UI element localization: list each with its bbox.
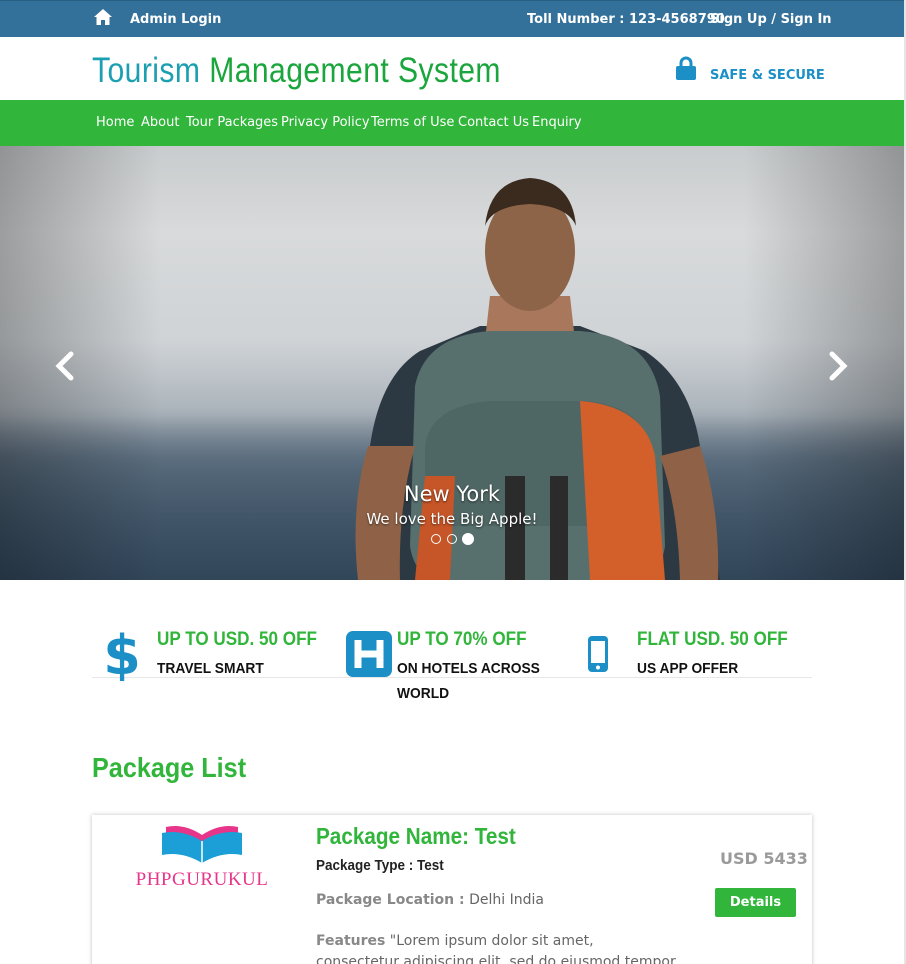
top-bar: Admin Login Toll Number : 123-4568790 Si…: [0, 0, 904, 37]
carousel-next-icon[interactable]: [826, 351, 850, 381]
nav-item-tour-packages[interactable]: Tour Packages: [186, 115, 278, 130]
phpgurukul-logo: PHPGURUKUL: [136, 826, 269, 889]
admin-login-link[interactable]: Admin Login: [130, 12, 221, 27]
site-brand[interactable]: Tourism Management System: [92, 51, 501, 91]
package-location: Package Location : Delhi India: [316, 892, 544, 908]
package-list-title: Package List: [92, 752, 247, 783]
package-name: Package Name: Test: [316, 823, 516, 849]
offer-headline-3: FLAT USD. 50 OFF: [637, 629, 788, 650]
brand-word-management: Management System: [209, 51, 501, 90]
nav-item-home[interactable]: Home: [96, 115, 134, 130]
mobile-icon: [588, 636, 608, 672]
offer-sub-3: US APP OFFER: [637, 660, 739, 677]
hotel-icon: [346, 631, 392, 677]
package-price: USD 5433: [720, 849, 808, 868]
nav-item-enquiry[interactable]: Enquiry: [532, 115, 582, 130]
carousel-caption-title: New York: [403, 482, 501, 506]
offer-headline-2: UP TO 70% OFF: [397, 629, 527, 650]
logo-text: PHPGURUKUL: [136, 869, 269, 889]
carousel-dot-3[interactable]: [462, 533, 474, 545]
home-icon[interactable]: [93, 8, 113, 26]
package-location-label: Package Location :: [316, 892, 465, 908]
lock-icon: [676, 56, 696, 80]
signup-signin-link[interactable]: Sign Up / Sign In: [710, 12, 832, 27]
carousel-indicators: [430, 533, 480, 547]
toll-number: Toll Number : 123-4568790: [527, 12, 725, 27]
package-features-label: Features: [316, 933, 386, 949]
dollar-icon: $: [106, 627, 138, 681]
svg-text:$: $: [106, 627, 138, 681]
main-nav: Home About Tour Packages Privacy Policy …: [0, 100, 904, 146]
package-type: Package Type : Test: [316, 857, 444, 874]
carousel-dot-2[interactable]: [447, 534, 457, 544]
offer-sub-1: TRAVEL SMART: [157, 660, 264, 677]
package-location-value: Delhi India: [469, 892, 544, 908]
offer-sub-2: ON HOTELS ACROSS WORLD: [397, 660, 540, 702]
offer-headline-1: UP TO USD. 50 OFF: [157, 629, 317, 650]
brand-word-tourism: Tourism: [92, 51, 201, 90]
hero-carousel: New York We love the Big Apple!: [0, 146, 904, 580]
safe-secure-label: SAFE & SECURE: [710, 68, 825, 83]
package-card: PHPGURUKUL Package Name: Test Package Ty…: [92, 815, 812, 964]
nav-item-privacy-policy[interactable]: Privacy Policy: [281, 115, 370, 130]
nav-item-about[interactable]: About: [141, 115, 179, 130]
nav-item-contact-us[interactable]: Contact Us: [458, 115, 529, 130]
carousel-dot-1[interactable]: [431, 534, 441, 544]
carousel-caption-subtitle: We love the Big Apple!: [366, 510, 538, 528]
site-header: Tourism Management System SAFE & SECURE: [0, 37, 904, 100]
nav-item-terms-of-use[interactable]: Terms of Use: [371, 115, 454, 130]
carousel-prev-icon[interactable]: [53, 351, 77, 381]
details-button[interactable]: Details: [715, 888, 796, 917]
package-features: Features "Lorem ipsum dolor sit amet, co…: [316, 931, 676, 964]
